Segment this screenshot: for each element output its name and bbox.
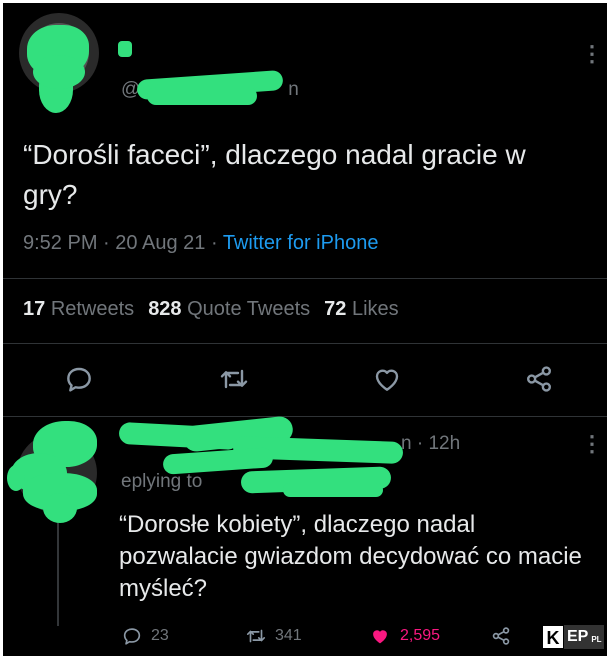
tweet-source-link[interactable]: Twitter for iPhone <box>223 232 379 254</box>
reply-icon <box>123 628 141 645</box>
reply-text: “Dorosłe kobiety”, dlaczego nadal pozwal… <box>119 511 582 602</box>
reply-retweets-button[interactable]: 341 <box>245 625 302 647</box>
likes-stat[interactable]: 72 Likes <box>324 298 399 320</box>
divider <box>3 278 607 279</box>
more-options-icon[interactable]: ⋮ <box>581 43 603 65</box>
retweets-stat[interactable]: 17 Retweets <box>23 298 134 320</box>
reply-likes-button[interactable]: 2,595 <box>368 625 440 647</box>
reply-replies-button[interactable]: 23 <box>121 625 169 647</box>
tweet-text: “Dorośli faceci”, dlaczego nadal gracie … <box>23 139 526 210</box>
like-icon-filled <box>373 630 387 644</box>
tweet-time[interactable]: 9:52 PM <box>23 232 97 254</box>
tweet-meta: 9:52 PM · 20 Aug 21 · Twitter for iPhone <box>23 232 379 254</box>
tweet-stats: 17 Retweets 828 Quote Tweets 72 Likes <box>23 298 399 321</box>
reply-icon[interactable] <box>63 363 99 399</box>
reply-share-button[interactable] <box>490 625 512 647</box>
divider <box>3 416 607 417</box>
screenshot-frame: @ n ⋮ “Dorośli faceci”, dlaczego nadal gr… <box>3 3 607 656</box>
like-icon[interactable] <box>371 363 407 399</box>
retweet-icon[interactable] <box>218 363 254 399</box>
share-icon[interactable] <box>523 363 559 399</box>
tweet-date[interactable]: 20 Aug 21 <box>115 232 205 254</box>
quotes-stat[interactable]: 828 Quote Tweets <box>148 298 310 320</box>
share-icon <box>492 627 510 645</box>
kwejk-watermark-logo: K EP PL <box>542 625 604 649</box>
retweet-icon <box>246 629 266 643</box>
reply-more-options-icon[interactable]: ⋮ <box>581 433 603 455</box>
thread-line <box>57 506 59 626</box>
divider <box>3 343 607 344</box>
